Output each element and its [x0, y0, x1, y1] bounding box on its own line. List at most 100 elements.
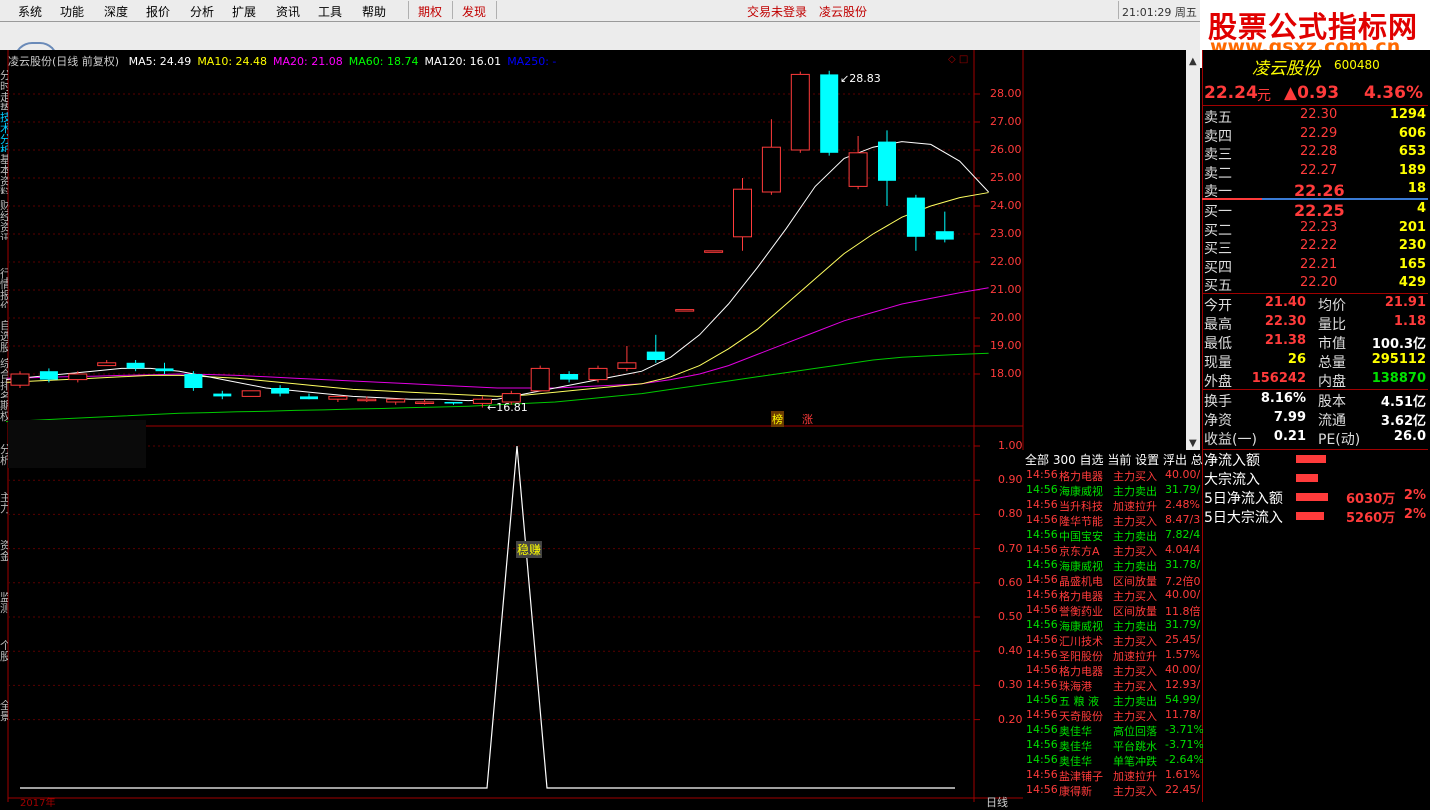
sidebar-tab[interactable]: 分析 [0, 444, 8, 484]
flow-pct: 2% [1403, 488, 1426, 503]
news-action: 主力卖出 [1113, 530, 1157, 543]
news-item[interactable]: 14:56 康得新 主力买入 22.45/ [1025, 783, 1203, 798]
sidebar-tab[interactable]: 行情报价 [0, 268, 8, 308]
news-list[interactable]: 14:56 格力电器 主力买入 40.00/14:56 海康威视 主力卖出 31.79/14… [1025, 468, 1203, 802]
news-action: 加速拉升 [1113, 650, 1157, 663]
news-value: 31.79/ [1165, 483, 1201, 496]
sidebar-tab[interactable]: 分时走势 [0, 70, 8, 110]
menu-function[interactable]: 功能 [60, 3, 84, 20]
news-stock: 奥佳华 [1059, 755, 1092, 768]
sidebar-tab[interactable]: 技术分析 [0, 112, 8, 152]
sidebar-tab[interactable]: 财经资讯 [0, 200, 8, 240]
news-tabs-label[interactable]: 全部 300 自选 当前 设置 浮出 总 [1025, 453, 1203, 467]
bid-price: 22.22 [1300, 238, 1338, 253]
sidebar-tab[interactable]: 全景 [0, 700, 8, 740]
period-label[interactable]: 日线 [986, 794, 1008, 810]
news-item[interactable]: 14:56 奥佳华 高位回落 -3.71% [1025, 723, 1203, 738]
news-time: 14:56 [1026, 588, 1058, 601]
menu-system[interactable]: 系统 [18, 3, 42, 20]
news-item[interactable]: 14:56 海康威视 主力卖出 31.78/ [1025, 558, 1203, 573]
sidebar-tab[interactable]: 基本资料 [0, 154, 8, 194]
news-item[interactable]: 14:56 誉衡药业 区间放量 11.8倍 [1025, 603, 1203, 618]
menu-quote[interactable]: 报价 [146, 3, 170, 20]
news-item[interactable]: 14:56 格力电器 主力买入 40.00/ [1025, 468, 1203, 483]
trade-status[interactable]: 交易未登录 [747, 3, 807, 20]
menu-extend[interactable]: 扩展 [232, 3, 256, 20]
menu-tools[interactable]: 工具 [318, 3, 342, 20]
price-tick-label: 28.00 [990, 87, 1022, 100]
menu-analysis[interactable]: 分析 [190, 3, 214, 20]
menu-news[interactable]: 资讯 [276, 3, 300, 20]
price-tick-label: 20.00 [990, 311, 1022, 324]
news-item[interactable]: 14:56 中国宝安 主力卖出 7.82/4 [1025, 528, 1203, 543]
news-item[interactable]: 14:56 海康威视 主力卖出 31.79/ [1025, 618, 1203, 633]
news-action: 高位回落 [1113, 725, 1157, 738]
candle-body [617, 362, 637, 369]
ma-label: MA5: 24.49 [128, 55, 192, 68]
ask-label: 卖二 [1204, 165, 1232, 182]
news-item[interactable]: 14:56 当升科技 加速拉升 2.48% [1025, 498, 1203, 513]
menu-options[interactable]: 期权 [418, 3, 442, 20]
ask-row: 卖三 22.28 653 [1202, 144, 1428, 163]
news-item[interactable]: 14:56 珠海港 主力买入 12.93/ [1025, 678, 1203, 693]
news-value: 31.79/ [1165, 618, 1201, 631]
kline-chart-area[interactable]: ▲ ▼ ◇ □ 28.00 27.00 26.00 25.00 24.00 23.00 22… [0, 50, 1200, 809]
candle-body [935, 231, 954, 240]
sidebar-tab[interactable]: 综合排名 [0, 358, 8, 398]
news-item[interactable]: 14:56 天奇股份 主力买入 11.78/ [1025, 708, 1203, 723]
news-stock: 盐津铺子 [1059, 770, 1103, 783]
sidebar-tab[interactable]: 资金 [0, 540, 8, 580]
news-time: 14:56 [1026, 753, 1058, 766]
sidebar-tab[interactable]: 期权 [0, 400, 8, 440]
news-item[interactable]: 14:56 晶盛机电 区间放量 7.2倍0 [1025, 573, 1203, 588]
menu-depth[interactable]: 深度 [104, 3, 128, 20]
ask-label: 卖四 [1204, 128, 1232, 145]
sidebar-tab[interactable]: 个股 [0, 640, 8, 680]
restore-icon[interactable]: ◇ □ [948, 54, 968, 65]
marker-bang[interactable]: 榜 [771, 411, 784, 427]
news-time: 14:56 [1026, 558, 1058, 571]
news-time: 14:56 [1026, 528, 1058, 541]
candle-body [530, 367, 550, 392]
stat-value: 26 [1287, 352, 1306, 367]
indicator-tick-label: 0.40 [998, 644, 1023, 658]
news-item[interactable]: 14:56 京东方A 主力买入 4.04/4 [1025, 543, 1203, 558]
news-item[interactable]: 14:56 奥佳华 平台跳水 -3.71% [1025, 738, 1203, 753]
news-action: 主力买入 [1113, 635, 1157, 648]
flow-bar [1296, 474, 1318, 482]
news-item[interactable]: 14:56 奥佳华 单笔冲跌 -2.64% [1025, 753, 1203, 768]
candle-body [97, 362, 117, 367]
stat-label: PE(动) [1318, 432, 1361, 448]
sidebar-tab[interactable]: 主力 [0, 492, 8, 532]
price-tick-label: 22.00 [990, 255, 1022, 268]
bid-price: 22.21 [1300, 256, 1338, 272]
chart-scrollbar[interactable] [1186, 50, 1200, 450]
news-item[interactable]: 14:56 海康威视 主力卖出 31.79/ [1025, 483, 1203, 498]
candle-body [126, 362, 145, 369]
news-item[interactable]: 14:56 格力电器 主力买入 40.00/ [1025, 663, 1203, 678]
sidebar-tab[interactable]: 自选股 [0, 320, 8, 360]
news-item[interactable]: 14:56 圣阳股份 加速拉升 1.57% [1025, 648, 1203, 663]
news-tabs[interactable]: 全部 300 自选 当前 设置 浮出 总 [1025, 451, 1203, 468]
indicator-tick-label: 1.00 [998, 439, 1023, 452]
menu-help[interactable]: 帮助 [362, 3, 386, 20]
news-item[interactable]: 14:56 盐津铺子 加速拉升 1.61% [1025, 768, 1203, 783]
news-value: 1.57% [1165, 648, 1200, 661]
stat-label: 股本 [1318, 394, 1346, 410]
sidebar-tab[interactable]: 监测 [0, 592, 8, 632]
scroll-up-icon[interactable]: ▲ [1189, 56, 1197, 67]
price-tick-label: 24.00 [990, 199, 1022, 212]
stat-row: 外盘 156242 内盘 138870 [1202, 371, 1428, 390]
flow-label: 净流入额 [1204, 453, 1260, 469]
marker-zhang[interactable]: 涨 [802, 411, 813, 427]
news-stock: 奥佳华 [1059, 740, 1092, 753]
news-stock: 晶盛机电 [1059, 575, 1103, 588]
menu-discover[interactable]: 发现 [462, 3, 486, 20]
news-item[interactable]: 14:56 隆华节能 主力买入 8.47/3 [1025, 513, 1203, 528]
news-stock: 天奇股份 [1059, 710, 1103, 723]
news-item[interactable]: 14:56 汇川技术 主力买入 25.45/ [1025, 633, 1203, 648]
news-item[interactable]: 14:56 格力电器 主力买入 40.00/ [1025, 588, 1203, 603]
news-value: 31.78/ [1165, 558, 1201, 571]
news-item[interactable]: 14:56 五 粮 液 主力卖出 54.99/ [1025, 693, 1203, 708]
scroll-down-icon[interactable]: ▼ [1189, 438, 1197, 449]
